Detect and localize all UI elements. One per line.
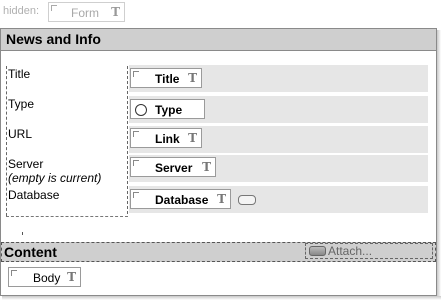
field-corner-icon [133, 192, 139, 198]
link-field[interactable]: Link T [130, 128, 202, 148]
text-type-icon: T [188, 71, 197, 85]
field-corner-icon [133, 71, 139, 77]
server-label: Server [8, 157, 44, 171]
server-field[interactable]: Server T [130, 157, 216, 177]
body-field-label: Body [33, 271, 61, 285]
link-field-label: Link [155, 132, 180, 146]
field-corner-icon [133, 160, 139, 166]
server-sublabel: (empty is current) [8, 171, 102, 185]
tick-mark [22, 232, 23, 235]
type-field[interactable]: Type [130, 99, 205, 119]
title-field[interactable]: Title T T [130, 68, 202, 88]
text-type-icon: T [67, 270, 76, 284]
field-column-border [127, 66, 128, 214]
database-label: Database [8, 188, 60, 202]
text-type-icon: T [202, 160, 211, 174]
content-title: Content [4, 244, 57, 260]
field-corner-icon [51, 5, 57, 11]
field-corner-icon [133, 131, 139, 137]
text-type-icon: T [111, 5, 120, 19]
type-field-label: Type [155, 103, 183, 117]
server-label-group: Server (empty is current) [8, 157, 101, 185]
database-field-label: Database [155, 193, 209, 207]
text-type-icon: T [217, 192, 226, 206]
server-field-label: Server [155, 161, 193, 175]
database-options-button[interactable] [238, 195, 256, 205]
news-section-header: News and Info [1, 29, 436, 51]
body-field[interactable]: Body T [8, 267, 81, 287]
radio-icon [135, 104, 147, 116]
attach-button-icon[interactable] [309, 246, 326, 256]
database-field[interactable]: Database T [130, 189, 231, 209]
label-column-bottom-border [6, 216, 128, 217]
frame-shadow-right [437, 30, 441, 298]
frame-shadow-bottom [2, 296, 441, 300]
title-label: Title [8, 67, 31, 81]
text-type-icon: T [188, 131, 197, 145]
label-column-border [6, 66, 7, 216]
attach-label: Attach... [328, 244, 373, 258]
title-field-label: Title [155, 72, 180, 86]
url-label: URL [8, 127, 33, 141]
form-field[interactable]: Form T [48, 2, 125, 22]
form-field-label: Form [71, 6, 99, 20]
hidden-label: hidden: [3, 5, 40, 17]
field-corner-icon [11, 270, 17, 276]
type-label: Type [8, 97, 35, 111]
